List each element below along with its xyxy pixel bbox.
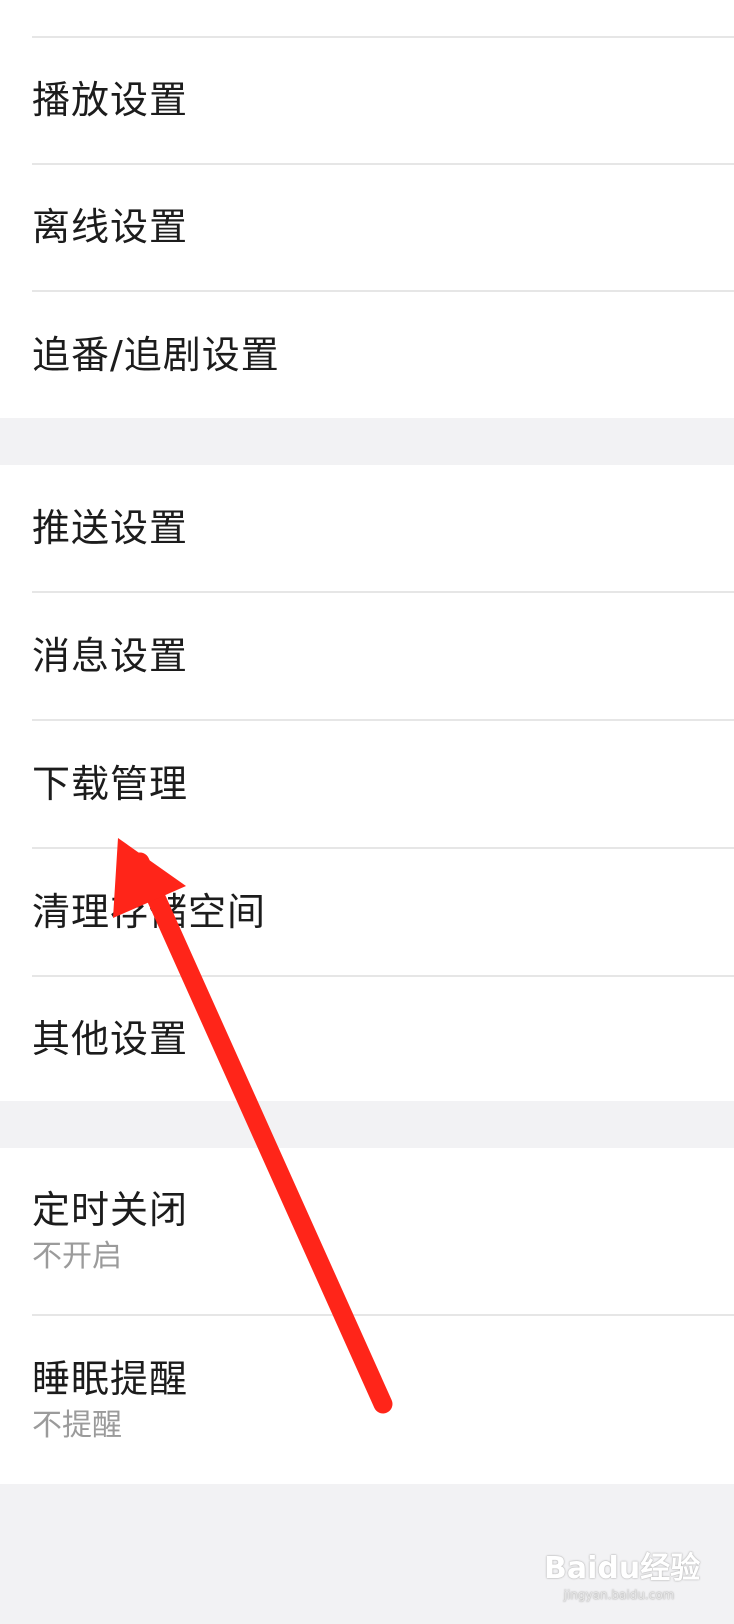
watermark-logo: Baidu经验 [544, 1551, 701, 1586]
setting-item-offline[interactable]: 离线设置 [0, 164, 734, 290]
baidu-jingyan-watermark: Baidu经验 jingyan.baidu.com [544, 1551, 701, 1603]
setting-item-value: 不开启 [32, 1239, 122, 1274]
setting-item-label: 其他设置 [32, 1017, 189, 1061]
setting-item-label: 下载管理 [32, 762, 189, 806]
settings-group-playback: 播放设置 离线设置 追番/追剧设置 [0, 0, 734, 418]
setting-item-sleep-reminder[interactable]: 睡眠提醒 不提醒 [0, 1316, 734, 1484]
setting-item-label: 离线设置 [32, 205, 189, 249]
settings-group-general: 推送设置 消息设置 下载管理 清理存储空间 其他设置 [0, 465, 734, 1101]
setting-item-value: 不提醒 [32, 1408, 122, 1443]
setting-item-label: 睡眠提醒 [32, 1357, 189, 1401]
settings-group-timer: 定时关闭 不开启 睡眠提醒 不提醒 [0, 1148, 734, 1484]
setting-item-follow[interactable]: 追番/追剧设置 [0, 291, 734, 418]
setting-item-timed-close[interactable]: 定时关闭 不开启 [0, 1148, 734, 1314]
setting-item-label: 消息设置 [32, 634, 189, 678]
setting-item-download-manager[interactable]: 下载管理 [0, 721, 734, 847]
setting-item-label: 清理存储空间 [32, 890, 267, 934]
setting-item-label: 追番/追剧设置 [32, 332, 280, 377]
setting-item-playback[interactable]: 播放设置 [0, 37, 734, 163]
setting-item-other[interactable]: 其他设置 [0, 977, 734, 1101]
setting-item-push[interactable]: 推送设置 [0, 465, 734, 591]
watermark-url: jingyan.baidu.com [563, 1588, 675, 1602]
setting-item-clear-storage[interactable]: 清理存储空间 [0, 849, 734, 975]
setting-item-label: 播放设置 [32, 78, 189, 122]
setting-item-message[interactable]: 消息设置 [0, 593, 734, 719]
setting-item-label: 推送设置 [32, 506, 189, 550]
setting-item-label: 定时关闭 [32, 1188, 189, 1232]
